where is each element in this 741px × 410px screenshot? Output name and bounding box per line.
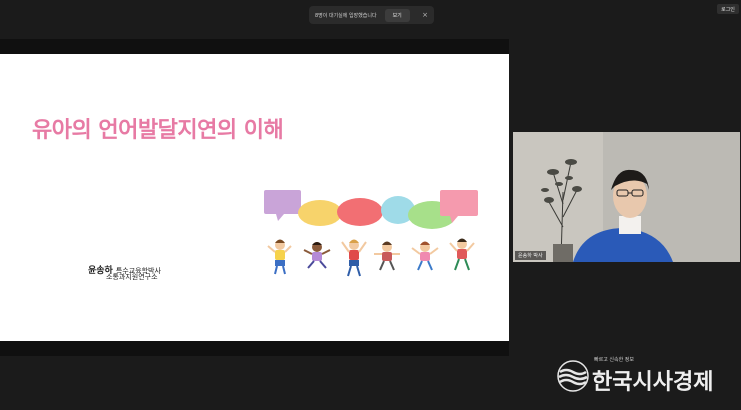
notice-text: 8명이 대기실에 입장했습니다 (315, 12, 377, 19)
kid-3 (341, 239, 367, 277)
login-button[interactable]: 로그인 (717, 4, 739, 14)
watermark-brand: 한국시사경제 (592, 370, 714, 395)
kid-2 (303, 242, 331, 269)
kid-6 (449, 238, 475, 271)
webcam-scene (513, 132, 740, 262)
kid-5 (411, 241, 439, 271)
presentation-slide: 유아의 언어발달지연의 이해 윤송하 특수교육학박사 소통과지원연구소 (0, 54, 509, 341)
children-speech-bubbles-illustration (264, 190, 478, 277)
kid-1 (267, 239, 292, 275)
wave-logo-icon (557, 360, 589, 392)
close-icon[interactable]: × (422, 11, 428, 19)
watermark-tagline: 빠르고 신속한 정보 (594, 357, 634, 363)
presenter-webcam-video[interactable]: 윤송하 박사 (513, 132, 740, 262)
kid-4 (374, 241, 400, 271)
view-button[interactable]: 보기 (384, 8, 410, 22)
news-watermark: 빠르고 신속한 정보 한국시사경제 (556, 356, 734, 395)
waiting-room-notice: 8명이 대기실에 입장했습니다 보기 × (309, 6, 434, 24)
presenter-affiliation: 소통과지원연구소 (106, 273, 158, 281)
slide-title: 유아의 언어발달지연의 이해 (32, 118, 284, 143)
participant-name-label: 윤송하 박사 (515, 251, 546, 260)
